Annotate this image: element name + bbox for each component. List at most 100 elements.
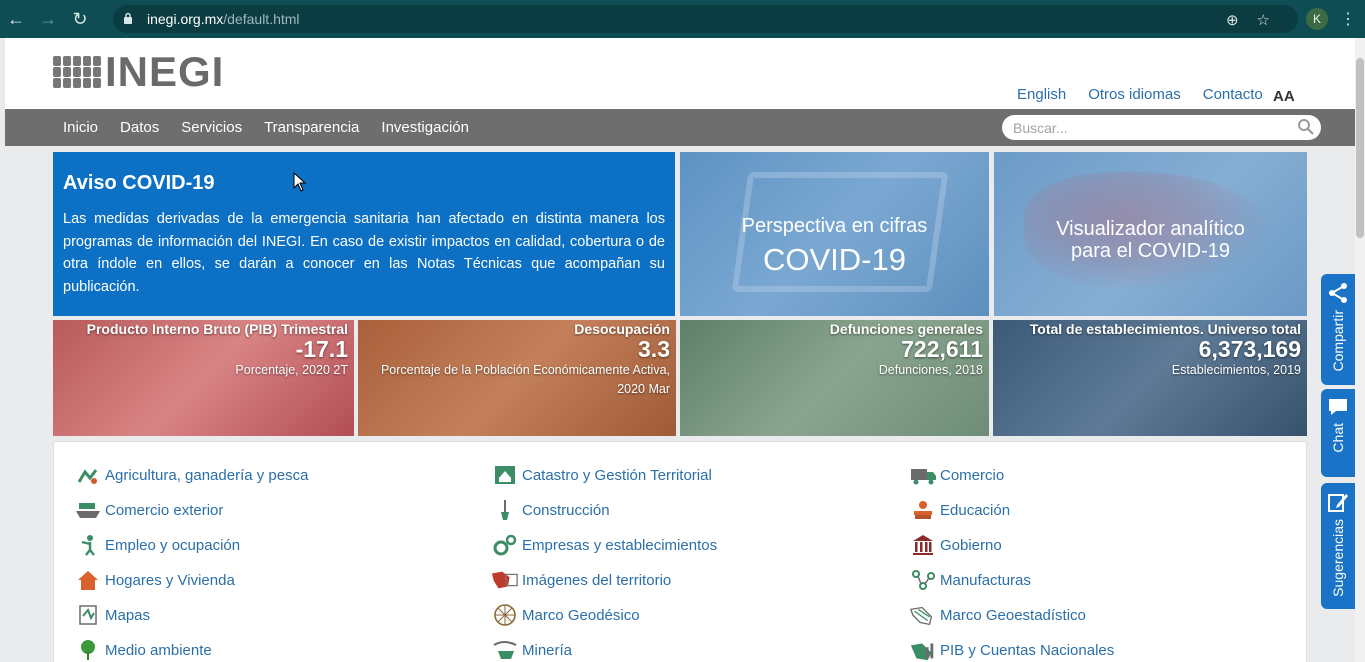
covid-notice[interactable]: Aviso COVID-19 Las medidas derivadas de … (53, 152, 675, 316)
perspectiva-subtitle: COVID-19 (763, 242, 906, 277)
site-header: INEGI English Otros idiomas Contacto AA (5, 38, 1355, 109)
suggestions-tab[interactable]: Sugerencias (1321, 483, 1355, 609)
link-otros-idiomas[interactable]: Otros idiomas (1088, 86, 1181, 103)
scrollbar-thumb[interactable] (1356, 58, 1364, 238)
visualizador-line1: Visualizador analítico (1056, 218, 1245, 240)
topic-mineria[interactable]: Minería (491, 637, 572, 662)
covid-body: Las medidas derivadas de la emergencia s… (63, 211, 665, 295)
covid-title: Aviso COVID-19 (63, 172, 215, 194)
topic-imagenes[interactable]: Imágenes del territorio (491, 567, 671, 593)
topic-comercio[interactable]: Comercio (909, 462, 1004, 488)
share-icon (1329, 283, 1347, 303)
edit-icon (1328, 494, 1348, 512)
topic-hogares[interactable]: Hogares y Vivienda (74, 567, 235, 593)
stat-label: Desocupación (574, 321, 670, 337)
chat-tab[interactable]: Chat (1321, 389, 1355, 477)
stat-desocupacion[interactable]: Desocupación 3.3 Porcentaje de la Poblac… (358, 320, 676, 436)
perspectiva-title: Perspectiva en cifras (741, 215, 928, 237)
browser-menu-icon[interactable]: ⋮ (1340, 9, 1356, 29)
url-text: inegi.org.mx/default.html (147, 11, 300, 27)
main-nav: Inicio Datos Servicios Transparencia Inv… (5, 109, 1355, 146)
topic-pib[interactable]: PIB y Cuentas Nacionales (909, 637, 1114, 662)
top-links: English Otros idiomas Contacto (1017, 86, 1263, 103)
stat-unit: Establecimientos, 2019 (1171, 363, 1301, 377)
stat-establecimientos[interactable]: Total de establecimientos. Universo tota… (993, 320, 1307, 436)
topic-marco-geodesico[interactable]: Marco Geodésico (491, 602, 640, 628)
visualizador-line2: para el COVID-19 (1071, 240, 1230, 262)
nav-investigacion[interactable]: Investigación (381, 119, 469, 136)
link-english[interactable]: English (1017, 86, 1066, 103)
share-label: Compartir (1330, 310, 1346, 372)
mining-icon (491, 637, 519, 662)
building-icon (909, 532, 937, 558)
share-tab[interactable]: Compartir (1321, 274, 1355, 385)
inegi-logo[interactable]: INEGI (53, 48, 225, 95)
font-size-toggle[interactable]: AA (1273, 88, 1295, 105)
stat-unit: Porcentaje, 2020 2T (235, 363, 348, 377)
address-bar[interactable]: inegi.org.mx/default.html ⊕ ☆ (113, 5, 1298, 33)
stat-unit: Porcentaje de la Población Económicament… (380, 363, 670, 396)
stat-value: 3.3 (638, 336, 670, 362)
stat-value: 6,373,169 (1198, 336, 1301, 362)
page-scrollbar[interactable] (1355, 38, 1365, 662)
manufacture-icon (909, 567, 937, 593)
topic-manufacturas[interactable]: Manufacturas (909, 567, 1031, 593)
nav-servicios[interactable]: Servicios (181, 119, 242, 136)
chat-icon (1329, 399, 1347, 415)
forward-icon[interactable]: → (32, 0, 64, 38)
stat-label: Producto Interno Bruto (PIB) Trimestral (86, 321, 348, 337)
stat-unit: Defunciones, 2018 (878, 363, 983, 377)
shovel-icon (491, 497, 519, 523)
topics-panel: Agricultura, ganadería y pesca Comercio … (53, 441, 1307, 662)
topic-educacion[interactable]: Educación (909, 497, 1010, 523)
logo-mark-icon (53, 56, 101, 88)
perspectiva-covid-tile[interactable]: Perspectiva en cifras COVID-19 (680, 152, 989, 316)
profile-avatar[interactable]: K (1306, 8, 1328, 30)
suggestions-label: Sugerencias (1330, 519, 1346, 597)
ship-icon (74, 497, 102, 523)
gears-icon (491, 532, 519, 558)
nav-transparencia[interactable]: Transparencia (264, 119, 359, 136)
house-icon (74, 567, 102, 593)
topic-marco-geoestadistico[interactable]: Marco Geoestadístico (909, 602, 1086, 628)
chart-icon (909, 637, 937, 662)
truck-icon (909, 462, 937, 488)
link-contacto[interactable]: Contacto (1203, 86, 1263, 103)
stat-value: -17.1 (295, 336, 348, 362)
nav-inicio[interactable]: Inicio (63, 119, 98, 136)
stat-pib[interactable]: Producto Interno Bruto (PIB) Trimestral … (53, 320, 354, 436)
topic-empresas[interactable]: Empresas y establecimientos (491, 532, 717, 558)
topic-construccion[interactable]: Construcción (491, 497, 610, 523)
topic-agricultura[interactable]: Agricultura, ganadería y pesca (74, 462, 308, 488)
map-images-icon (491, 567, 519, 593)
back-icon[interactable]: ← (0, 0, 32, 38)
geostat-icon (909, 602, 937, 628)
stat-value: 722,611 (901, 336, 983, 362)
bookmark-star-icon[interactable]: ☆ (1257, 11, 1270, 29)
agriculture-icon (74, 462, 102, 488)
topic-gobierno[interactable]: Gobierno (909, 532, 1002, 558)
topic-comercio-exterior[interactable]: Comercio exterior (74, 497, 223, 523)
tree-icon (74, 637, 102, 662)
lock-icon (123, 12, 139, 27)
zoom-icon[interactable]: ⊕ (1226, 11, 1239, 29)
books-icon (909, 497, 937, 523)
cadastre-icon (491, 462, 519, 488)
topic-empleo[interactable]: Empleo y ocupación (74, 532, 240, 558)
visualizador-covid-tile[interactable]: Visualizador analítico para el COVID-19 (994, 152, 1307, 316)
reload-icon[interactable]: ↻ (64, 0, 96, 38)
nav-datos[interactable]: Datos (120, 119, 159, 136)
stat-label: Defunciones generales (829, 321, 983, 337)
topic-medio-ambiente[interactable]: Medio ambiente (74, 637, 212, 662)
map-icon (74, 602, 102, 628)
topic-mapas[interactable]: Mapas (74, 602, 150, 628)
globe-icon (491, 602, 519, 628)
search-icon[interactable] (1297, 118, 1315, 136)
topic-catastro[interactable]: Catastro y Gestión Territorial (491, 462, 712, 488)
stat-label: Total de establecimientos. Universo tota… (1029, 321, 1301, 337)
logo-word: INEGI (105, 48, 225, 95)
chat-label: Chat (1330, 423, 1346, 453)
worker-icon (74, 532, 102, 558)
stat-defunciones[interactable]: Defunciones generales 722,611 Defuncione… (680, 320, 989, 436)
search-input[interactable] (1002, 115, 1321, 140)
